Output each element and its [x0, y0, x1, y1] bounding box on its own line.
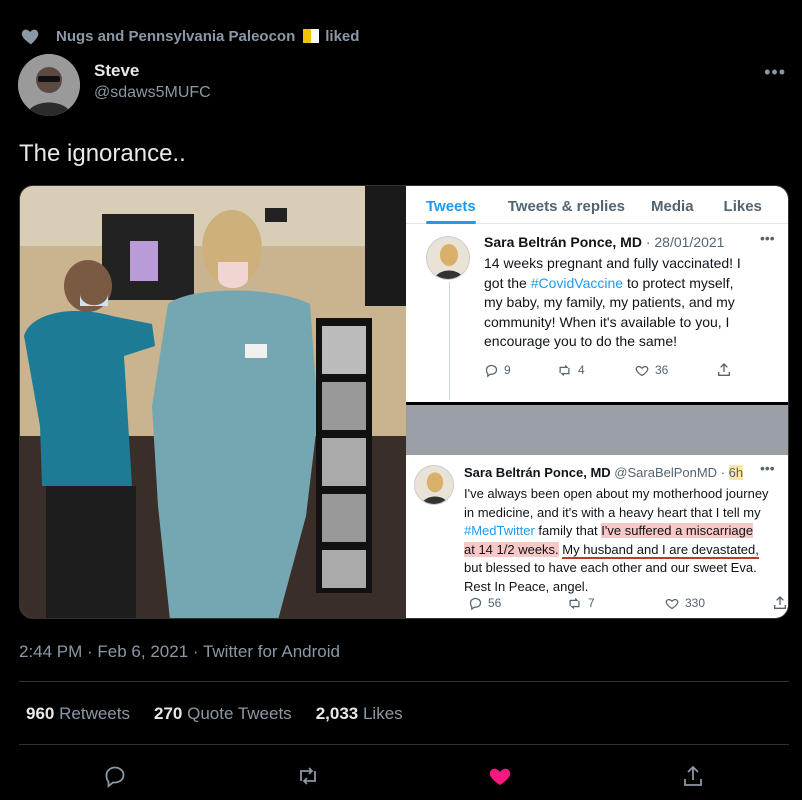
tweet-media[interactable]: Tweets Tweets & replies Media Likes Sara…	[19, 185, 789, 619]
embedded-more-icon: •••	[760, 230, 775, 246]
share-icon	[774, 596, 786, 609]
likes-stat[interactable]: 2,033 Likes	[316, 704, 403, 724]
embedded-retweet: 7	[566, 596, 664, 611]
embedded-author-name: Sara Beltrán Ponce, MD	[484, 234, 642, 250]
retweet-icon	[569, 597, 580, 609]
more-options-icon[interactable]: •••	[764, 62, 786, 83]
embedded-reply: 56	[468, 596, 566, 611]
embedded-reply: 9	[484, 363, 556, 378]
liked-suffix: liked	[325, 27, 360, 45]
heart-icon	[21, 29, 39, 45]
embedded-post-text: 14 weeks pregnant and fully vaccinated! …	[484, 255, 741, 349]
retweet-icon	[300, 767, 316, 785]
quote-tweets-stat[interactable]: 270 Quote Tweets	[154, 704, 292, 724]
embedded-author-name: Sara Beltrán Ponce, MD	[464, 465, 611, 480]
profile-tabs: Tweets Tweets & replies Media Likes	[406, 186, 788, 224]
retweets-stat[interactable]: 960 Retweets	[26, 704, 130, 724]
author-display-name[interactable]: Steve	[94, 61, 211, 81]
embedded-avatar	[414, 465, 454, 505]
reply-icon	[105, 766, 125, 788]
like-icon	[665, 598, 679, 609]
embedded-time: 6h	[728, 465, 744, 480]
embedded-like: 330	[664, 596, 772, 611]
tweet-timestamp[interactable]: 2:44 PM · Feb 6, 2021 · Twitter for Andr…	[19, 642, 340, 662]
embedded-post-1: Sara Beltrán Ponce, MD · 28/01/2021 ••• …	[406, 224, 788, 402]
tweet-text: The ignorance..	[19, 140, 186, 167]
divider	[19, 744, 789, 745]
tweet-stats: 960 Retweets 270 Quote Tweets 2,033 Like…	[26, 704, 427, 724]
embedded-post-2: Sara Beltrán Ponce, MD @SaraBelPonMD · 6…	[406, 455, 788, 618]
hashtag-covidvaccine: #CovidVaccine	[530, 274, 624, 291]
share-button[interactable]	[679, 762, 707, 790]
share-icon	[684, 765, 702, 786]
tab-likes[interactable]: Likes	[724, 186, 762, 223]
retweet-icon	[559, 364, 570, 376]
tab-tweets[interactable]: Tweets	[426, 186, 476, 224]
tweet-author: Steve @sdaws5MUFC	[18, 54, 211, 116]
tab-tweets-replies[interactable]: Tweets & replies	[508, 186, 625, 223]
embedded-screenshot: Tweets Tweets & replies Media Likes Sara…	[406, 186, 788, 618]
social-context: Nugs and Pennsylvania Paleocon liked	[20, 24, 359, 48]
author-handle[interactable]: @sdaws5MUFC	[94, 84, 211, 102]
hashtag-medtwitter: #MedTwitter	[464, 523, 535, 539]
like-button[interactable]	[486, 762, 514, 790]
embedded-more-icon: •••	[760, 460, 775, 476]
embedded-date: 28/01/2021	[654, 234, 725, 250]
reply-button[interactable]	[101, 762, 129, 790]
retweet-button[interactable]	[294, 762, 322, 790]
like-icon	[635, 365, 649, 376]
reply-icon	[485, 364, 498, 377]
avatar[interactable]	[18, 54, 80, 116]
divider	[19, 681, 789, 682]
reply-icon	[469, 597, 482, 610]
heart-filled-icon	[489, 768, 511, 785]
embedded-post-text: I've always been open about my motherhoo…	[464, 486, 769, 594]
embedded-like: 36	[634, 363, 716, 378]
share-icon	[718, 363, 730, 376]
flag-emoji-icon	[303, 28, 320, 44]
tweet-actions	[0, 762, 802, 792]
liked-by-names[interactable]: Nugs and Pennsylvania Paleocon	[56, 28, 295, 45]
tab-media[interactable]: Media	[651, 186, 694, 223]
embedded-avatar	[426, 236, 470, 280]
embedded-retweet: 4	[556, 363, 634, 378]
vaccination-photo[interactable]	[20, 186, 406, 619]
